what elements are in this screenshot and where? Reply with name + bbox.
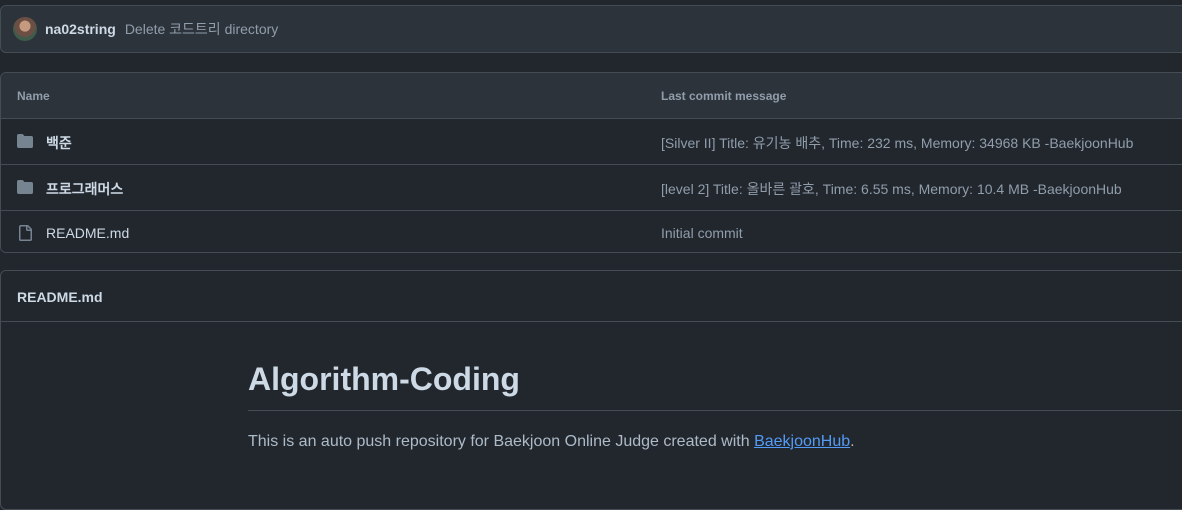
file-commit-message[interactable]: [Silver II] Title: 유기농 배추, Time: 232 ms,…: [661, 133, 1133, 153]
heading-divider: [248, 410, 1182, 411]
readme-text-end: .: [850, 433, 855, 450]
readme-filename[interactable]: README.md: [17, 289, 103, 305]
file-name-link[interactable]: 프로그래머스: [46, 179, 123, 199]
readme-heading: Algorithm-Coding: [248, 361, 520, 397]
file-commit-message[interactable]: Initial commit: [661, 225, 743, 241]
baekjoonhub-link[interactable]: BaekjoonHub: [754, 433, 850, 450]
folder-icon: [17, 134, 33, 148]
column-header-last-commit: Last commit message: [661, 89, 787, 103]
folder-icon: [17, 180, 33, 194]
file-commit-message[interactable]: [level 2] Title: 올바른 괄호, Time: 6.55 ms, …: [661, 179, 1122, 199]
commit-author[interactable]: na02string: [45, 21, 116, 37]
author-avatar[interactable]: [13, 17, 37, 41]
readme-header: README.md: [1, 271, 1182, 322]
latest-commit-bar: na02string Delete 코드트리 directory: [0, 5, 1182, 53]
file-icon: [19, 225, 32, 241]
readme-panel: README.md Algorithm-Coding This is an au…: [0, 270, 1182, 510]
file-name-link[interactable]: 백준: [46, 133, 72, 153]
table-row[interactable]: 프로그래머스 [level 2] Title: 올바른 괄호, Time: 6.…: [1, 165, 1182, 211]
readme-text: This is an auto push repository for Baek…: [248, 433, 755, 450]
column-header-name: Name: [17, 89, 50, 103]
table-row[interactable]: 백준 [Silver II] Title: 유기농 배추, Time: 232 …: [1, 119, 1182, 165]
readme-paragraph: This is an auto push repository for Baek…: [248, 433, 855, 451]
file-name-link[interactable]: README.md: [46, 225, 129, 241]
file-table: Name Last commit message 백준 [Silver II] …: [0, 72, 1182, 253]
file-table-header: Name Last commit message: [1, 73, 1182, 119]
commit-message[interactable]: Delete 코드트리 directory: [125, 19, 278, 39]
table-row[interactable]: README.md Initial commit: [1, 211, 1182, 252]
